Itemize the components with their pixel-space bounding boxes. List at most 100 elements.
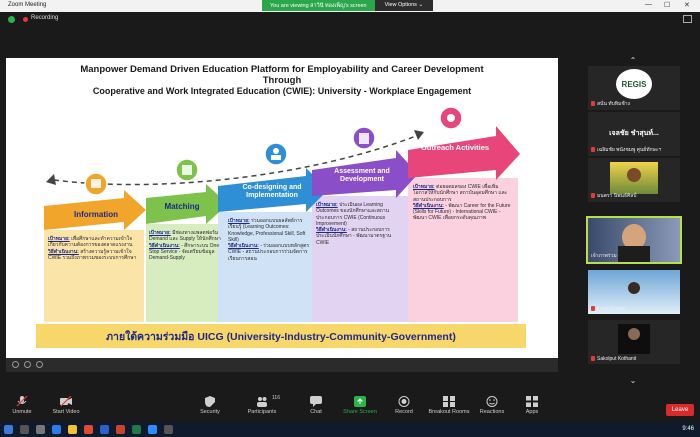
task-view-icon[interactable]: [36, 425, 45, 434]
os-taskbar: 9:46: [0, 422, 700, 437]
next-slide-icon[interactable]: [24, 361, 31, 368]
start-video-button[interactable]: Start Video: [44, 396, 88, 415]
panel-codesign-method-head: วิธีดำเนินงาน:: [228, 243, 259, 250]
participant-tile[interactable]: REGIS สนั่น ทับทิมช้าง: [588, 66, 680, 110]
unmute-button[interactable]: Unmute: [0, 396, 44, 415]
participant-logo: REGIS: [621, 80, 647, 89]
participant-name: มนตรา นิพนธ์ศิลป์: [597, 193, 637, 199]
apps-label: Apps: [525, 409, 539, 415]
shield-icon: [205, 396, 215, 407]
share-screen-label: Share Screen: [343, 409, 377, 415]
record-label: Record: [395, 409, 413, 415]
reactions-button[interactable]: Reactions: [470, 396, 514, 415]
meeting-toolbar: Unmute Start Video Security Participants…: [0, 392, 700, 422]
reactions-label: Reactions: [479, 409, 505, 415]
participant-tile[interactable]: มนตรา นิพนธ์ศิลป์: [588, 158, 680, 202]
fullscreen-icon[interactable]: [683, 15, 692, 23]
stage-label-information: Information: [74, 210, 118, 219]
participant-tile[interactable]: Sakolput Kothanit: [588, 320, 680, 364]
stage-arrow-outreach: [408, 126, 520, 180]
slide-footer-band: ภายใต้ความร่วมมือ UICG (University-Indus…: [36, 324, 526, 348]
breakout-rooms-label: Breakout Rooms: [428, 409, 470, 415]
chrome-icon[interactable]: [84, 425, 93, 434]
close-icon[interactable]: ✕: [684, 1, 690, 9]
pen-icon[interactable]: [36, 361, 43, 368]
window-title: Zoom Meeting: [8, 2, 47, 8]
stage-label-matching: Matching: [164, 202, 200, 211]
recording-bar: Recording: [0, 12, 700, 27]
word-icon[interactable]: [100, 425, 109, 434]
panel-information: เป้าหมาย: เพื่อศึกษาและทำความเข้าใจเกี่ย…: [48, 236, 140, 261]
chat-button[interactable]: Chat: [294, 396, 338, 415]
taskbar-app-icon[interactable]: [164, 425, 173, 434]
participants-icon: [257, 397, 267, 407]
breakout-rooms-button[interactable]: Breakout Rooms: [424, 396, 474, 415]
start-menu-icon[interactable]: [4, 425, 13, 434]
gallery-down-icon[interactable]: ⌄: [626, 376, 640, 386]
powerpoint-icon[interactable]: [116, 425, 125, 434]
chat-label: Chat: [310, 409, 322, 415]
title-bar: Zoom Meeting You are viewing สาวินี ทองเ…: [0, 0, 700, 12]
start-video-label: Start Video: [52, 409, 80, 415]
share-screen-button[interactable]: Share Screen: [338, 396, 382, 415]
security-button[interactable]: Security: [188, 396, 232, 415]
panel-matching: เป้าหมาย: มีช่องทางแพลตฟอร์ม Demand และ …: [149, 230, 223, 261]
stage-label-assessment: Assessment and Development: [334, 168, 390, 183]
share-screen-icon: [354, 396, 366, 407]
unmute-label: Unmute: [12, 409, 32, 415]
dashed-arrow-head-left: [46, 174, 56, 185]
participant-name: เฉลิมชัย พนังชมพู ศูนย์ทักษะฯ: [597, 147, 662, 153]
security-label: Security: [200, 409, 220, 415]
excel-icon[interactable]: [132, 425, 141, 434]
panel-matching-method-head: วิธีดำเนินงาน:: [149, 242, 180, 249]
recording-dot-icon: [23, 17, 28, 22]
breakout-rooms-icon: [443, 396, 455, 407]
edge-browser-icon[interactable]: [52, 425, 61, 434]
leave-button[interactable]: Leave: [666, 404, 694, 416]
participants-count: 116: [272, 395, 280, 401]
record-icon: [398, 396, 410, 407]
participant-tile[interactable]: Kosin Korpai: [588, 270, 680, 314]
recording-label: Recording: [31, 15, 59, 21]
apps-button[interactable]: Apps: [510, 396, 554, 415]
participant-name: เจ้าภาพร่วม: [591, 253, 617, 259]
presentation-controls: [6, 358, 558, 372]
participant-name: Sakolput Kothanit: [597, 356, 637, 362]
minimize-icon[interactable]: —: [645, 1, 652, 8]
participant-name: สนั่น ทับทิมช้าง: [597, 101, 630, 107]
dashed-arrow-head-right: [414, 130, 424, 140]
zoom-window: Zoom Meeting You are viewing สาวินี ทองเ…: [0, 0, 700, 437]
microphone-muted-icon: [16, 396, 28, 407]
muted-mic-icon: [591, 147, 595, 152]
muted-mic-icon: [591, 306, 595, 311]
participant-display-name: เจลชัย ชำสุนท์...: [609, 130, 659, 137]
zoom-app-icon[interactable]: [148, 425, 157, 434]
viewing-indicator: You are viewing สาวินี ทองเพ็ญ's screen: [262, 0, 375, 11]
muted-mic-icon: [591, 193, 595, 198]
muted-mic-icon: [591, 356, 595, 361]
participants-label: Participants: [247, 409, 277, 415]
participant-tile-active-speaker[interactable]: เจ้าภาพร่วม: [586, 216, 682, 264]
file-explorer-icon[interactable]: [68, 425, 77, 434]
maximize-icon[interactable]: ☐: [664, 1, 670, 9]
participant-tile[interactable]: เจลชัย ชำสุนท์... เฉลิมชัย พนังชมพู ศูนย…: [588, 112, 680, 156]
search-icon[interactable]: [20, 425, 29, 434]
stage-label-outreach: Outreach Activities: [420, 143, 490, 152]
system-clock: 9:46: [682, 426, 694, 432]
shared-screen-slide: Manpower Demand Driven Education Platfor…: [6, 58, 558, 358]
view-options-button[interactable]: View Options ⌄: [374, 0, 434, 11]
muted-mic-icon: [591, 101, 595, 106]
panel-codesign: เป้าหมาย: ร่วมออกแบบผลลัพธ์การเรียนรู้ (…: [228, 218, 310, 262]
panel-outreach: เป้าหมาย: ต่อยอดผลของ CWIE เพื่อเพิ่มโอก…: [413, 184, 513, 222]
participant-name: Kosin Korpai: [597, 306, 626, 312]
stage-label-codesign: Co-designing and Implementation: [242, 184, 302, 199]
smiley-icon: [486, 396, 498, 407]
chat-bubble-icon: [310, 396, 322, 407]
encryption-shield-icon[interactable]: [8, 16, 15, 23]
video-off-icon: [60, 396, 72, 407]
screen-share-bar: You are viewing สาวินี ทองเพ็ญ's screen …: [262, 0, 434, 11]
panel-information-method-head: วิธีดำเนินงาน:: [48, 248, 79, 255]
record-button[interactable]: Record: [382, 396, 426, 415]
gallery-up-icon[interactable]: ⌃: [626, 56, 640, 66]
prev-slide-icon[interactable]: [12, 361, 19, 368]
